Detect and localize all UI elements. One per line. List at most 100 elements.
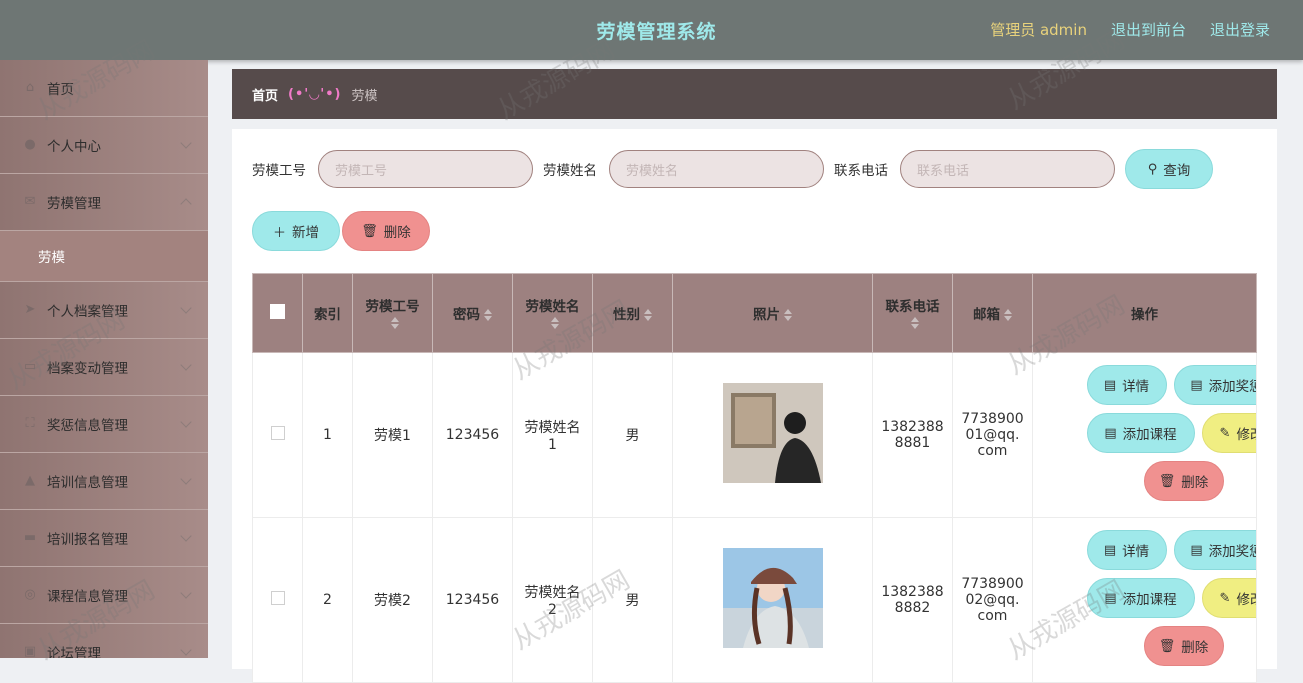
pencil-icon: ✎ <box>1219 425 1231 441</box>
top-header: 劳模管理系统 管理员 admin 退出到前台 退出登录 <box>0 0 1303 60</box>
photo-thumbnail[interactable] <box>722 383 823 483</box>
breadcrumb: 首页 (•'◡'•) 劳模 <box>232 69 1277 119</box>
search-input-phone[interactable]: 联系电话 <box>900 150 1115 188</box>
row-checkbox[interactable] <box>270 591 285 605</box>
col-name[interactable]: 劳模姓名 <box>512 273 593 353</box>
breadcrumb-home[interactable]: 首页 <box>252 85 278 104</box>
trash-icon: 🗑 <box>1158 473 1176 489</box>
monitor-icon: ▭ <box>23 359 37 374</box>
add-course-button[interactable]: ▤ 添加课程 <box>1086 578 1195 618</box>
breadcrumb-separator: (•'◡'•) <box>288 86 342 102</box>
search-icon: ⚲ <box>1147 161 1158 177</box>
col-phone[interactable]: 联系电话 <box>872 273 953 353</box>
logout-link[interactable]: 退出登录 <box>1210 19 1270 40</box>
breadcrumb-current: 劳模 <box>351 88 378 104</box>
mail-icon: ✉ <box>24 194 36 209</box>
sidebar-item-reward[interactable]: ⛶ 奖惩信息管理 <box>0 396 208 453</box>
edit-button[interactable]: ✎修改 <box>1201 578 1256 618</box>
chevron-down-icon <box>180 530 192 542</box>
chevron-up-icon <box>180 198 192 210</box>
document-icon: ▤ <box>1103 377 1117 393</box>
query-button[interactable]: ⚲ 查询 <box>1125 149 1213 189</box>
exit-to-front-link[interactable]: 退出到前台 <box>1111 19 1186 40</box>
sort-icon[interactable] <box>390 317 399 329</box>
sidebar-item-label: 培训报名管理 <box>47 532 128 548</box>
sort-icon[interactable] <box>484 309 492 321</box>
add-award-button[interactable]: ▤添加奖惩 <box>1173 530 1256 570</box>
plus-icon: ＋ <box>272 225 286 241</box>
sort-icon[interactable] <box>550 317 559 329</box>
user-icon: ● <box>24 137 36 152</box>
data-table: 索引 劳模工号 密码 劳模姓名 性别 照片 联系电话 邮箱 操作 1 劳模1 1… <box>252 273 1257 683</box>
row-checkbox[interactable] <box>270 426 285 440</box>
query-label: 查询 <box>1163 163 1191 179</box>
search-input-id[interactable]: 劳模工号 <box>318 150 533 188</box>
sidebar-subitem-model[interactable]: 劳模 <box>0 231 208 282</box>
sidebar-item-training[interactable]: ▲ 培训信息管理 <box>0 453 208 510</box>
chevron-down-icon <box>180 416 192 428</box>
col-gender[interactable]: 性别 <box>592 273 673 353</box>
cell-photo <box>672 352 873 518</box>
sidebar-item-archive[interactable]: ➤ 个人档案管理 <box>0 282 208 339</box>
add-button[interactable]: ＋ 新增 <box>252 211 340 251</box>
sort-icon[interactable] <box>644 309 652 321</box>
delete-button[interactable]: 🗑 删除 <box>1143 626 1224 666</box>
trash-icon: 🗑 <box>1158 638 1176 654</box>
sort-icon[interactable] <box>910 317 919 329</box>
delete-label: 删除 <box>383 225 411 241</box>
action-bar: ＋ 新增 🗑 删除 <box>252 211 430 251</box>
table-header-row: 索引 劳模工号 密码 劳模姓名 性别 照片 联系电话 邮箱 操作 <box>252 273 1257 353</box>
delete-button[interactable]: 🗑 删除 <box>1143 461 1224 501</box>
chevron-down-icon <box>180 644 192 656</box>
photo-thumbnail[interactable] <box>722 548 823 648</box>
add-award-button[interactable]: ▤添加奖惩 <box>1173 365 1256 405</box>
sidebar-item-label: 个人中心 <box>47 139 101 155</box>
edit-button[interactable]: ✎修改 <box>1201 413 1256 453</box>
col-email[interactable]: 邮箱 <box>952 273 1033 353</box>
document-icon: ▤ <box>1104 425 1117 441</box>
trash-icon: 🗑 <box>361 223 378 239</box>
document-icon: ▤ <box>1190 377 1203 393</box>
chevron-down-icon <box>180 473 192 485</box>
add-label: 新增 <box>292 225 319 241</box>
row-select-cell <box>252 352 303 518</box>
search-label-phone: 联系电话 <box>834 163 888 179</box>
sidebar-item-home[interactable]: ⌂ 首页 <box>0 60 208 117</box>
col-password[interactable]: 密码 <box>432 273 513 353</box>
document-icon: ▤ <box>1190 542 1203 558</box>
sidebar-item-personal-center[interactable]: ● 个人中心 <box>0 117 208 174</box>
sidebar-item-archive-change[interactable]: ▭ 档案变动管理 <box>0 339 208 396</box>
batch-delete-button[interactable]: 🗑 删除 <box>342 211 430 251</box>
col-ops: 操作 <box>1032 273 1257 353</box>
add-course-button[interactable]: ▤ 添加课程 <box>1086 413 1195 453</box>
col-photo[interactable]: 照片 <box>672 273 873 353</box>
sort-icon[interactable] <box>784 309 792 321</box>
sidebar-item-training-signup[interactable]: ▬ 培训报名管理 <box>0 510 208 567</box>
sidebar-item-course[interactable]: ◎ 课程信息管理 <box>0 567 208 624</box>
sort-icon[interactable] <box>1004 309 1012 321</box>
col-id[interactable]: 劳模工号 <box>352 273 433 353</box>
detail-button[interactable]: ▤ 详情 <box>1086 530 1167 570</box>
pencil-icon: ✎ <box>1219 590 1231 606</box>
sidebar-item-label: 首页 <box>47 82 74 98</box>
admin-label: 管理员 admin <box>990 21 1087 39</box>
select-all-checkbox[interactable] <box>270 303 285 319</box>
cell-ops: ▤详情 ▤添加奖惩 ▤添加课程 ✎修改 🗑删除 <box>1032 352 1257 518</box>
search-input-name[interactable]: 劳模姓名 <box>609 150 824 188</box>
content-panel: 劳模工号 劳模工号 劳模姓名 劳模姓名 联系电话 联系电话 ⚲ 查询 ＋ 新增 … <box>232 129 1277 683</box>
sidebar-item-label: 论坛管理 <box>47 646 101 658</box>
table-row: 1 劳模1 123456 劳模姓名 1 男 1382388 8881 77389… <box>252 352 1257 518</box>
sidebar-item-model-management[interactable]: ✉ 劳模管理 <box>0 174 208 231</box>
detail-button[interactable]: ▤ 详情 <box>1086 365 1167 405</box>
sidebar-item-label: 个人档案管理 <box>47 304 128 320</box>
cell-index: 1 <box>302 352 353 518</box>
sidebar-item-label: 培训信息管理 <box>47 475 128 491</box>
document-icon: ▤ <box>1103 542 1117 558</box>
main-content: 首页 (•'◡'•) 劳模 劳模工号 劳模工号 劳模姓名 劳模姓名 联系电话 联… <box>232 69 1277 683</box>
compass-icon: ◎ <box>24 587 36 602</box>
thumb-icon: ▲ <box>25 473 35 488</box>
document-icon: ▤ <box>1104 590 1117 606</box>
chevron-down-icon <box>180 302 192 314</box>
send-icon: ➤ <box>24 302 36 317</box>
sidebar-item-forum[interactable]: ▣ 论坛管理 <box>0 624 208 658</box>
